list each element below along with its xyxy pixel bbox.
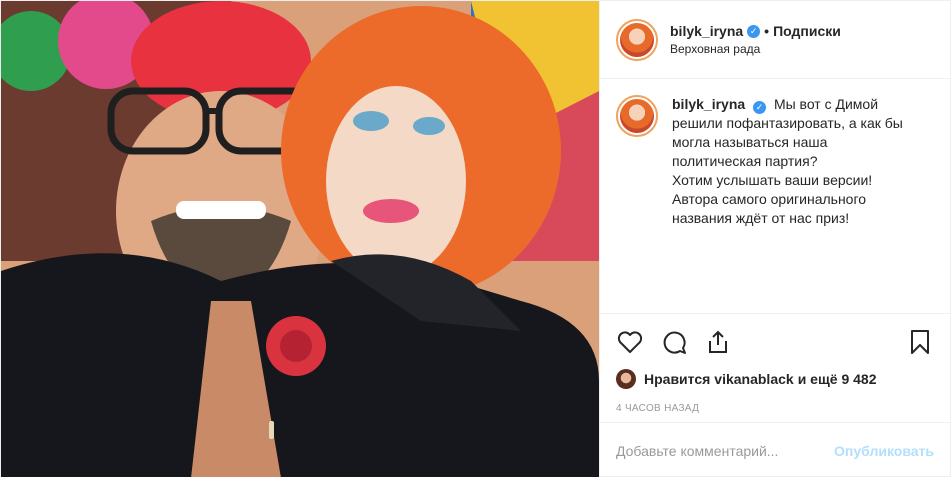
caption-avatar[interactable] [616, 95, 658, 137]
post-sidebar: bilyk_iryna ✓ • Подписки Верховная рада … [599, 1, 950, 477]
caption-text: bilyk_iryna ✓ Мы вот с Димой решили пофа… [672, 95, 903, 297]
separator-dot: • [764, 23, 770, 39]
caption-username[interactable]: bilyk_iryna [672, 96, 745, 112]
instagram-post: bilyk_iryna ✓ • Подписки Верховная рада … [0, 0, 951, 477]
author-avatar[interactable] [616, 18, 658, 61]
verified-badge-icon: ✓ [747, 24, 761, 38]
liker-username[interactable]: vikanablack [714, 371, 793, 387]
liker-avatar[interactable] [616, 369, 636, 389]
bookmark-icon[interactable] [906, 328, 934, 356]
caption-line: политическая партия? [672, 153, 818, 169]
author-username[interactable]: bilyk_iryna [670, 23, 743, 39]
header-text: bilyk_iryna ✓ • Подписки Верховная рада [670, 23, 841, 56]
likes-prefix: Нравится [644, 371, 711, 387]
publish-button[interactable]: Опубликовать [834, 443, 934, 459]
likes-row: Нравится vikanablack и ещё 9 482 [616, 362, 934, 396]
verified-badge-icon: ✓ [753, 101, 767, 114]
post-caption: bilyk_iryna ✓ Мы вот с Димой решили пофа… [600, 79, 950, 313]
header-top-row: bilyk_iryna ✓ • Подписки [670, 23, 841, 39]
comment-icon[interactable] [660, 328, 688, 356]
post-timestamp[interactable]: 4 ЧАСОВ НАЗАД [616, 396, 934, 422]
post-photo-image [1, 1, 599, 477]
post-actions: Нравится vikanablack и ещё 9 482 4 ЧАСОВ… [600, 313, 950, 422]
comment-box: Опубликовать [600, 422, 950, 477]
heart-icon[interactable] [616, 328, 644, 356]
comment-input[interactable] [616, 442, 835, 459]
caption-line: решили пофантазировать, а как бы [672, 115, 903, 131]
likes-count[interactable]: и ещё 9 482 [798, 371, 877, 387]
post-photo[interactable] [1, 1, 599, 477]
caption-line: Хотим услышать ваши версии! [672, 172, 873, 188]
avatar-image [620, 99, 654, 133]
caption-line: Мы вот с Димой [773, 96, 879, 112]
action-icons [616, 322, 934, 362]
avatar-image [620, 22, 654, 57]
post-header: bilyk_iryna ✓ • Подписки Верховная рада [600, 1, 950, 79]
caption-line: могла называться наша [672, 134, 828, 150]
following-button[interactable]: Подписки [773, 23, 841, 39]
share-icon[interactable] [704, 328, 732, 356]
post-location[interactable]: Верховная рада [670, 42, 841, 56]
caption-line: названия ждёт от нас приз! [672, 210, 850, 226]
caption-line: Автора самого оригинального [672, 191, 867, 207]
